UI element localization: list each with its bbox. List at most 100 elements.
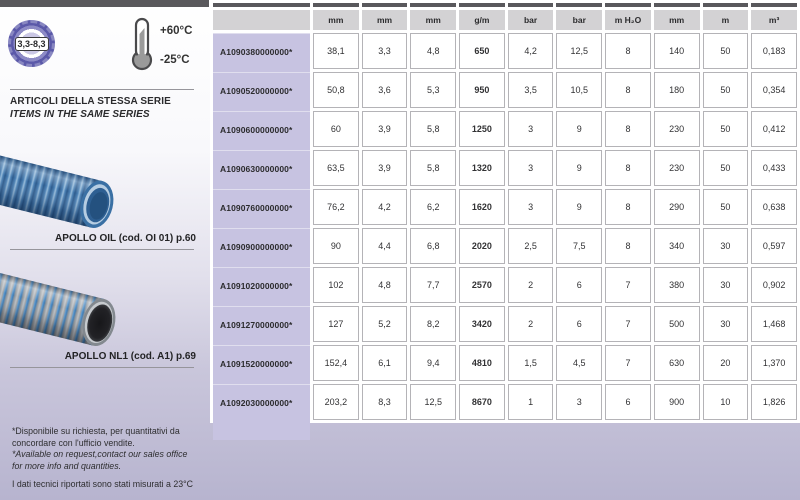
table-top-bar-segment	[459, 3, 505, 7]
value-cell: 9,4	[410, 345, 456, 381]
apollo-oil-hose-image	[0, 126, 210, 234]
value-cell: 0,638	[751, 189, 797, 225]
value-cell: 5,8	[410, 150, 456, 186]
unit-header-cell: mm	[362, 10, 408, 30]
measurement-note: I dati tecnici riportati sono stati misu…	[12, 479, 193, 489]
value-cell: 340	[654, 228, 700, 264]
value-cell: 1	[508, 384, 554, 420]
table-top-bar-segment	[751, 3, 797, 7]
value-cell: 7,5	[556, 228, 602, 264]
value-cell: 1320	[459, 150, 505, 186]
series-title: ARTICOLI DELLA STESSA SERIE ITEMS IN THE…	[10, 96, 171, 121]
series-title-english: ITEMS IN THE SAME SERIES	[10, 109, 171, 122]
apollo-nl1-hose-image	[0, 252, 210, 352]
unit-header-cell: mm	[410, 10, 456, 30]
footnotes: *Disponibile su richiesta, per quantitat…	[12, 426, 187, 472]
unit-header-cell: mm	[654, 10, 700, 30]
value-cell: 7,7	[410, 267, 456, 303]
value-cell: 12,5	[556, 33, 602, 69]
series-title-italian: ARTICOLI DELLA STESSA SERIE	[10, 96, 171, 109]
table-top-bar	[213, 3, 797, 7]
value-cell: 3	[556, 384, 602, 420]
value-cell: 6	[605, 384, 651, 420]
product-code-cell: A1091520000000*	[213, 345, 310, 381]
value-cell: 0,597	[751, 228, 797, 264]
value-cell: 8,2	[410, 306, 456, 342]
value-cell: 6,8	[410, 228, 456, 264]
value-cell: 2	[508, 306, 554, 342]
value-cell: 8670	[459, 384, 505, 420]
value-cell: 9	[556, 150, 602, 186]
value-cell: 5,2	[362, 306, 408, 342]
product-code-cell: A1091020000000*	[213, 267, 310, 303]
related-product-caption: APOLLO OIL (cod. OI 01) p.60	[55, 233, 196, 244]
divider	[10, 249, 194, 250]
value-cell: 4,8	[410, 33, 456, 69]
table-row: A1090630000000*63,53,95,81320398230500,4…	[213, 150, 797, 186]
table-row: A1092030000000*203,28,312,58670136900101…	[213, 384, 797, 420]
value-cell: 20	[703, 345, 749, 381]
value-cell: 5,3	[410, 72, 456, 108]
value-cell: 6	[556, 267, 602, 303]
temperature-min: -25°C	[160, 54, 190, 66]
table-top-bar-segment	[508, 3, 554, 7]
table-top-bar-segment	[654, 3, 700, 7]
value-cell: 4,5	[556, 345, 602, 381]
value-cell: 6,1	[362, 345, 408, 381]
value-cell: 8	[605, 150, 651, 186]
value-cell: 2020	[459, 228, 505, 264]
table-row: A1091020000000*1024,87,72570267380300,90…	[213, 267, 797, 303]
unit-header-cell: mm	[313, 10, 359, 30]
value-cell: 8,3	[362, 384, 408, 420]
specs-table: mmmmmmg/mbarbarm H₂Ommmm³A1090380000000*…	[210, 0, 800, 423]
specifications-table: mmmmmmg/mbarbarm H₂Ommmm³A1090380000000*…	[210, 0, 800, 423]
value-cell: 4,2	[362, 189, 408, 225]
value-cell: 8	[605, 228, 651, 264]
thermometer-icon	[129, 16, 157, 72]
catalog-page: 3,3-8,3 +60°C -25°C ARTICOLI DELLA STESS…	[0, 0, 800, 500]
value-cell: 0,354	[751, 72, 797, 108]
value-cell: 500	[654, 306, 700, 342]
value-cell: 230	[654, 150, 700, 186]
unit-header-cell: m H₂O	[605, 10, 651, 30]
value-cell: 1250	[459, 111, 505, 147]
unit-header-cell: m³	[751, 10, 797, 30]
unit-header-cell: bar	[556, 10, 602, 30]
table-row: A1090380000000*38,13,34,86504,212,581405…	[213, 33, 797, 69]
value-cell: 3420	[459, 306, 505, 342]
value-cell: 12,5	[410, 384, 456, 420]
value-cell: 4,8	[362, 267, 408, 303]
value-cell: 230	[654, 111, 700, 147]
value-cell: 63,5	[313, 150, 359, 186]
table-top-bar-segment	[313, 3, 359, 7]
value-cell: 0,433	[751, 150, 797, 186]
value-cell: 3,9	[362, 111, 408, 147]
footnote-english-line1: *Available on request,contact our sales …	[12, 449, 187, 461]
product-code-cell: A1091270000000*	[213, 306, 310, 342]
value-cell: 10,5	[556, 72, 602, 108]
value-cell: 50	[703, 111, 749, 147]
specs-table-body: mmmmmmg/mbarbarm H₂Ommmm³A1090380000000*…	[213, 3, 797, 420]
product-code-cell: A1090520000000*	[213, 72, 310, 108]
product-code-cell: A1090380000000*	[213, 33, 310, 69]
table-row: A1090600000000*603,95,81250398230500,412	[213, 111, 797, 147]
diameter-range-badge-icon: 3,3-8,3	[8, 20, 55, 67]
value-cell: 50	[703, 33, 749, 69]
value-cell: 9	[556, 189, 602, 225]
product-code-cell: A1090600000000*	[213, 111, 310, 147]
value-cell: 90	[313, 228, 359, 264]
top-bar	[0, 0, 209, 7]
value-cell: 2570	[459, 267, 505, 303]
value-cell: 630	[654, 345, 700, 381]
value-cell: 9	[556, 111, 602, 147]
value-cell: 76,2	[313, 189, 359, 225]
table-top-bar-segment	[703, 3, 749, 7]
value-cell: 2,5	[508, 228, 554, 264]
value-cell: 0,902	[751, 267, 797, 303]
value-cell: 8	[605, 33, 651, 69]
value-cell: 5,8	[410, 111, 456, 147]
value-cell: 102	[313, 267, 359, 303]
divider	[10, 367, 194, 368]
value-cell: 38,1	[313, 33, 359, 69]
divider	[10, 89, 194, 90]
